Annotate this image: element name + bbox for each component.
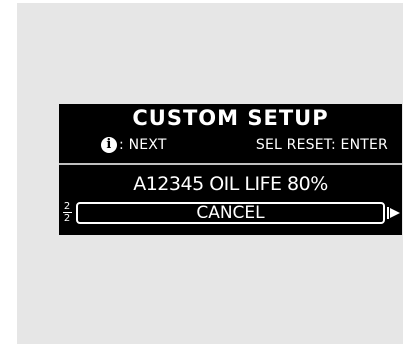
next-hint: i : NEXT bbox=[101, 136, 167, 154]
page-indicator: 2 2 bbox=[62, 201, 72, 224]
oil-life-item: A12345 OIL LIFE 80% bbox=[133, 173, 328, 195]
page-total: 2 bbox=[63, 213, 71, 224]
right-arrow-icon bbox=[386, 205, 402, 221]
background-panel: CUSTOM SETUP i : NEXT SEL RESET: ENTER A… bbox=[17, 3, 403, 344]
divider bbox=[59, 163, 402, 165]
multi-info-display: CUSTOM SETUP i : NEXT SEL RESET: ENTER A… bbox=[59, 104, 402, 235]
cancel-option[interactable]: CANCEL bbox=[76, 202, 385, 224]
info-icon: i bbox=[101, 137, 117, 153]
page-current: 2 bbox=[63, 201, 71, 212]
reset-hint: SEL RESET: ENTER bbox=[255, 137, 388, 153]
screen-title: CUSTOM SETUP bbox=[132, 106, 329, 130]
next-hint-label: : NEXT bbox=[119, 137, 167, 153]
